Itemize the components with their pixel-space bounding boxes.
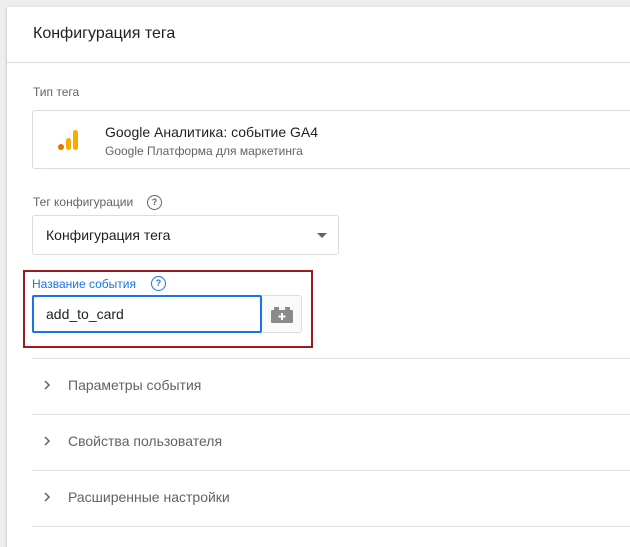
section-event-parameters[interactable]: Параметры события xyxy=(32,358,630,413)
chevron-right-icon xyxy=(44,492,51,502)
divider xyxy=(32,526,630,527)
event-name-label: Название события xyxy=(32,277,136,291)
chevron-right-icon xyxy=(44,436,51,446)
dropdown-arrow-icon xyxy=(317,233,327,238)
card-title: Конфигурация тега xyxy=(33,25,176,42)
google-analytics-icon xyxy=(58,130,78,150)
section-label: Расширенные настройки xyxy=(68,489,230,505)
event-name-input[interactable] xyxy=(32,295,262,333)
config-tag-selected-value: Конфигурация тега xyxy=(46,227,171,243)
config-tag-select[interactable]: Конфигурация тега xyxy=(32,215,339,255)
variable-picker-button[interactable] xyxy=(262,295,302,333)
section-label: Свойства пользователя xyxy=(68,433,223,449)
section-advanced-settings[interactable]: Расширенные настройки xyxy=(32,470,630,525)
tag-type-selector[interactable]: Google Аналитика: событие GA4 Google Пла… xyxy=(32,110,630,169)
help-icon[interactable]: ? xyxy=(151,276,166,291)
section-label: Параметры события xyxy=(68,377,202,393)
chevron-right-icon xyxy=(44,380,51,390)
variable-picker-icon xyxy=(271,307,293,323)
tag-type-name: Google Аналитика: событие GA4 xyxy=(105,124,319,140)
section-user-properties[interactable]: Свойства пользователя xyxy=(32,414,630,469)
help-icon[interactable]: ? xyxy=(147,195,162,210)
tag-type-subtitle: Google Платформа для маркетинга xyxy=(105,144,303,158)
card-header: Конфигурация тега xyxy=(7,7,630,63)
tag-type-label: Тип тега xyxy=(33,85,80,99)
config-tag-label: Тег конфигурации xyxy=(33,195,134,209)
tag-configuration-card: Конфигурация тега Тип тега Google Аналит… xyxy=(7,7,630,547)
